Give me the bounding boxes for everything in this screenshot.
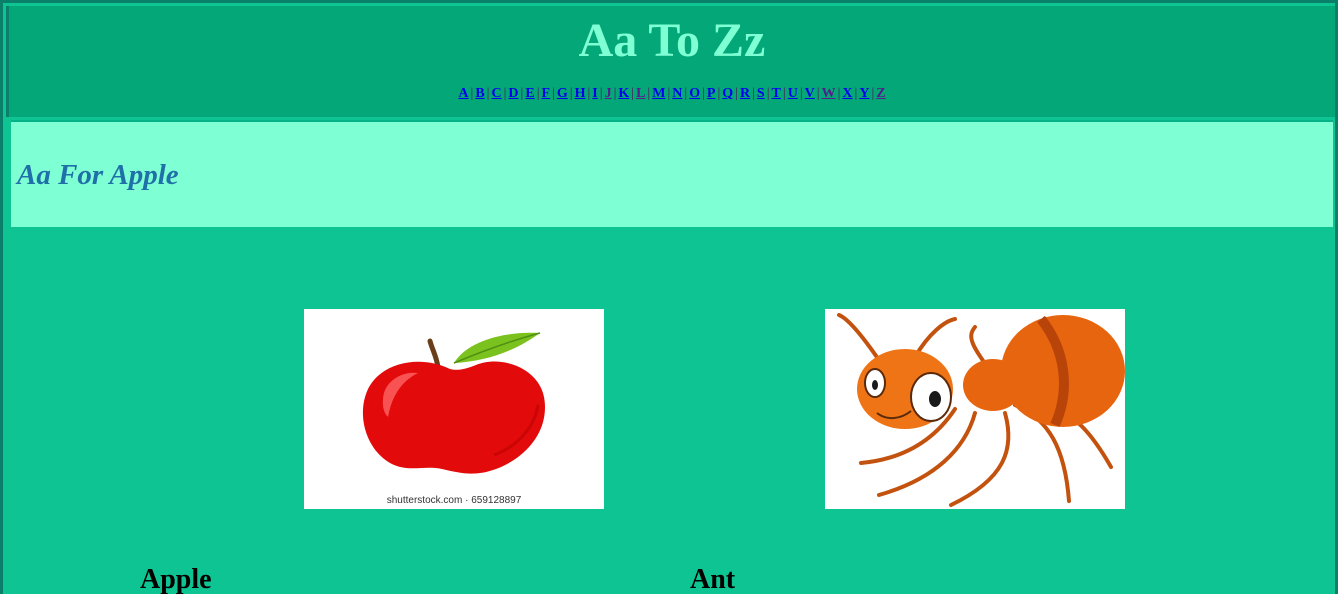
letter-link-w[interactable]: W <box>822 86 836 101</box>
letter-separator: | <box>752 86 755 101</box>
letter-nav: A | B | C | D | E | F | G | H | I | J | K | L | M | N | O | P | Q | R | S | T |… <box>9 85 1335 103</box>
letter-link-b[interactable]: B <box>475 86 484 101</box>
letter-link-k[interactable]: K <box>618 86 629 101</box>
letter-link-a[interactable]: A <box>458 86 468 101</box>
letter-link-s[interactable]: S <box>757 86 765 101</box>
ant-image <box>825 309 1125 509</box>
letter-separator: | <box>536 86 540 101</box>
letter-separator: | <box>766 86 770 101</box>
letter-link-m[interactable]: M <box>652 86 665 101</box>
letter-link-n[interactable]: N <box>672 86 682 101</box>
image-watermark: shutterstock.com · 659128897 <box>386 495 522 506</box>
letter-separator: | <box>552 86 555 101</box>
letter-link-u[interactable]: U <box>788 86 798 101</box>
letter-separator: | <box>569 86 573 101</box>
letter-separator: | <box>799 86 803 101</box>
letter-link-x[interactable]: X <box>842 86 852 101</box>
section-banner: Aa For Apple <box>11 120 1333 227</box>
letter-separator: | <box>599 86 603 101</box>
page-title: Aa To Zz <box>578 14 766 67</box>
letter-link-d[interactable]: D <box>508 86 518 101</box>
letter-link-o[interactable]: O <box>689 86 700 101</box>
letter-link-i[interactable]: I <box>592 86 597 101</box>
page-header: Aa To Zz A | B | C | D | E | F | G | H | I | J | K | L | M | N | O | P… <box>6 6 1335 117</box>
letter-link-z[interactable]: Z <box>876 86 885 101</box>
letter-link-r[interactable]: R <box>740 86 750 101</box>
apple-icon <box>362 332 545 474</box>
letter-separator: | <box>782 86 786 101</box>
letter-separator: | <box>702 86 705 101</box>
letter-link-t[interactable]: T <box>772 86 781 101</box>
letter-link-e[interactable]: E <box>525 86 534 101</box>
letter-link-c[interactable]: C <box>491 86 501 101</box>
page-frame: Aa To Zz A | B | C | D | E | F | G | H | I | J | K | L | M | N | O | P… <box>0 0 1338 595</box>
letter-link-q[interactable]: Q <box>722 86 733 101</box>
letter-link-v[interactable]: V <box>805 86 815 101</box>
word-ant: Ant <box>690 564 736 595</box>
ant-icon <box>837 313 1125 507</box>
letter-link-g[interactable]: G <box>557 86 568 101</box>
letter-link-h[interactable]: H <box>575 86 586 101</box>
letter-separator: | <box>816 86 820 101</box>
section-heading: Aa For Apple <box>17 159 179 191</box>
letter-link-j[interactable]: J <box>605 86 612 101</box>
letter-separator: | <box>735 86 738 101</box>
word-apple: Apple <box>140 564 212 595</box>
letter-link-y[interactable]: Y <box>859 86 869 101</box>
letter-link-f[interactable]: F <box>542 86 551 101</box>
apple-image: shutterstock.com · 659128897 <box>304 309 604 509</box>
